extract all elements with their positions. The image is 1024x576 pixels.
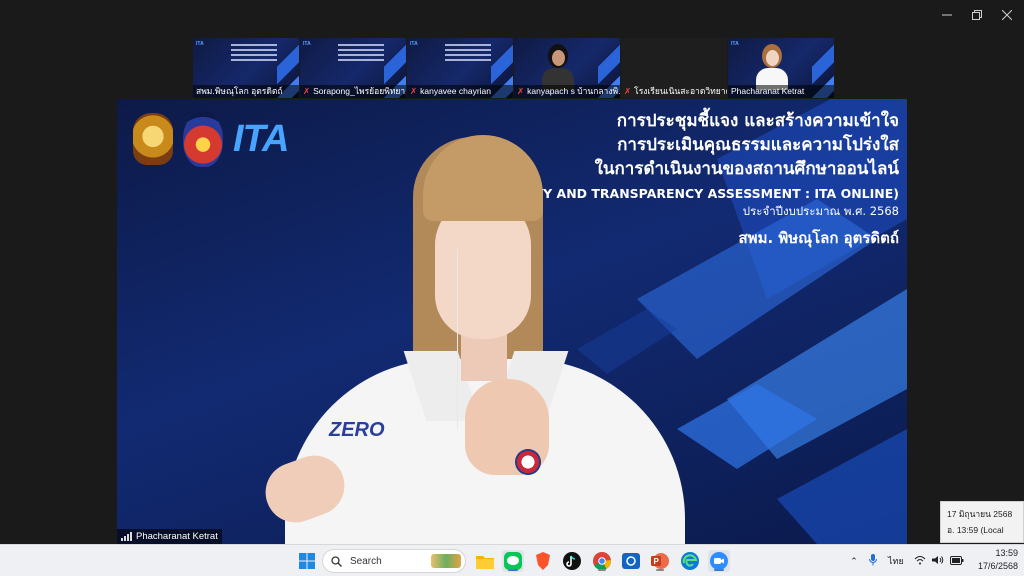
line-app-button[interactable]: [502, 550, 524, 572]
close-icon: [1002, 10, 1012, 20]
ministry-emblem-icon: [133, 113, 173, 165]
participant-name: สพม.พิษณุโลก อุตรดิตถ์: [193, 85, 299, 98]
participant-tile-active[interactable]: ITA Phacharanat Ketrat: [728, 38, 834, 98]
chrome-button[interactable]: [591, 550, 613, 572]
photos-icon: [622, 553, 640, 569]
edge-icon: [681, 552, 699, 570]
close-button[interactable]: [992, 4, 1022, 26]
participant-tile[interactable]: ITA สพม.พิษณุโลก อุตรดิตถ์: [193, 38, 299, 98]
signal-strength-icon: [121, 532, 132, 541]
presenter-video: ZERO: [257, 129, 685, 544]
participant-strip: ITA สพม.พิษณุโลก อุตรดิตถ์ ITA ✗ Sorapong…: [193, 38, 835, 98]
restore-icon: [972, 10, 982, 20]
participant-tile[interactable]: ✗ kanyapach s บ้านกลางพิ...: [514, 38, 620, 98]
zoom-meeting-window: ITA สพม.พิษณุโลก อุตรดิตถ์ ITA ✗ Sorapong…: [0, 0, 1024, 576]
tooltip-date: 17 มิถุนายน 2568: [947, 509, 1013, 519]
brave-button[interactable]: [532, 550, 554, 572]
participant-video: [538, 40, 578, 90]
shirt-logo: ZERO: [329, 419, 385, 441]
ita-logo-icon: ITA: [196, 41, 204, 47]
file-explorer-icon: [476, 555, 494, 569]
mic-muted-icon: ✗: [624, 86, 632, 96]
speaker-name-label: Phacharanat Ketrat: [117, 529, 222, 544]
zoom-button[interactable]: [708, 550, 730, 572]
system-tray: ⌃ ไทย: [846, 545, 964, 576]
taskbar-search[interactable]: Search: [322, 549, 466, 573]
mic-muted-icon: ✗: [410, 86, 418, 96]
participant-name: ✗ โรงเรียนเนินสะอาดวิทยาคม: [624, 86, 727, 96]
chevron-up-icon[interactable]: ⌃: [846, 556, 862, 567]
wifi-icon[interactable]: [914, 555, 926, 567]
windows-start-button[interactable]: [296, 550, 318, 572]
language-indicator[interactable]: ไทย: [888, 554, 904, 568]
clock-time: 13:59: [995, 548, 1018, 558]
mic-muted-icon: ✗: [303, 86, 311, 96]
ita-logo-icon: ITA: [410, 41, 418, 47]
participant-tile[interactable]: ✗ โรงเรียนเนินสะอาดวิทยาคม: [621, 38, 727, 98]
powerpoint-icon: P: [651, 553, 669, 569]
participant-name: Phacharanat Ketrat: [728, 85, 834, 98]
participant-video: [752, 40, 792, 90]
brave-icon: [536, 552, 550, 570]
tiktok-button[interactable]: [561, 550, 583, 572]
office-emblem-icon: [183, 111, 223, 167]
svg-text:P: P: [654, 557, 660, 566]
clock-date: 17/6/2568: [977, 561, 1018, 571]
shirt-badge-icon: [515, 449, 541, 475]
ita-logo-icon: ITA: [303, 41, 311, 47]
participant-tile[interactable]: ITA ✗ kanyavee chayrian: [407, 38, 513, 98]
participant-name: ✗ kanyavee chayrian: [407, 85, 513, 98]
taskbar-clock[interactable]: 13:59 17/6/2568: [958, 547, 1018, 573]
chrome-icon: [593, 552, 611, 570]
edge-button[interactable]: [679, 550, 701, 572]
ita-logo-icon: ITA: [731, 41, 739, 47]
zoom-icon: [710, 552, 728, 570]
minimize-icon: [942, 14, 952, 16]
mic-muted-icon: ✗: [517, 86, 525, 96]
participant-name: ✗ Sorapong_ไพรย้อยพิทยา...: [300, 85, 406, 98]
active-speaker-video[interactable]: ITA การประชุมชี้แจง และสร้างความเข้าใจ ก…: [117, 99, 907, 544]
volume-icon[interactable]: [931, 555, 944, 567]
participant-name: ✗ kanyapach s บ้านกลางพิ...: [514, 85, 620, 98]
restore-button[interactable]: [962, 4, 992, 26]
date-time-tooltip: 17 มิถุนายน 2568 อ. 13:59 (Local time): [940, 501, 1024, 551]
search-placeholder: Search: [350, 555, 382, 567]
search-highlight-icon: [431, 554, 461, 568]
tiktok-icon: [563, 552, 581, 570]
microphone-icon[interactable]: [862, 554, 884, 568]
line-icon: [504, 552, 522, 570]
photos-button[interactable]: [620, 550, 642, 572]
minimize-button[interactable]: [932, 4, 962, 26]
windows-start-icon: [299, 553, 315, 569]
file-explorer-button[interactable]: [474, 550, 496, 572]
powerpoint-button[interactable]: P: [649, 550, 671, 572]
participant-tile[interactable]: ITA ✗ Sorapong_ไพรย้อยพิทยา...: [300, 38, 406, 98]
windows-taskbar: Search P ⌃ ไทย 13:59 17/6/2568: [0, 544, 1024, 576]
search-icon: [331, 555, 342, 567]
